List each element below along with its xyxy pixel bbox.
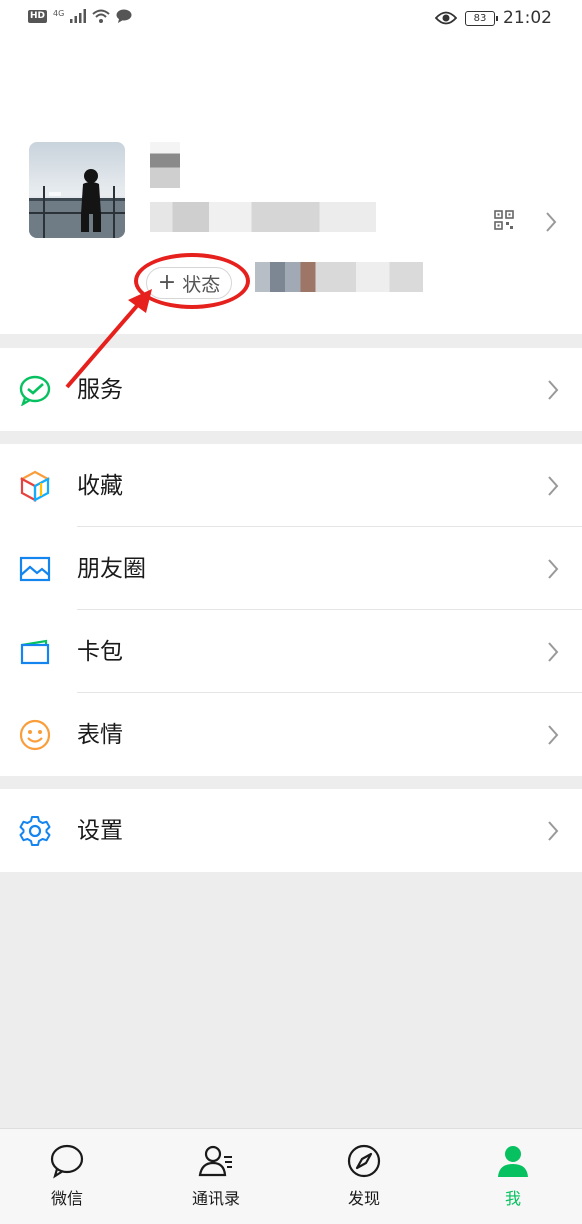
tab-me[interactable]: 我 — [463, 1139, 563, 1215]
chat-bubble-icon — [50, 1144, 84, 1179]
clock: 21:02 — [503, 8, 552, 28]
status-right-indicators: 83 21:02 — [435, 8, 552, 28]
profile-header[interactable]: + 状态 — [0, 38, 582, 334]
chevron-right-icon — [548, 476, 559, 496]
wechat-pay-icon — [19, 375, 51, 406]
person-icon — [498, 1146, 528, 1177]
chevron-right-icon[interactable] — [544, 211, 558, 233]
smile-icon — [19, 719, 51, 751]
menu-group-main: 收藏 朋友圈 卡包 表情 — [0, 444, 582, 776]
menu-item-cards[interactable]: 卡包 — [0, 610, 582, 693]
menu-label-settings: 设置 — [77, 818, 123, 844]
menu-item-services[interactable]: 服务 — [0, 348, 582, 431]
chevron-right-icon — [548, 380, 559, 400]
menu-item-moments[interactable]: 朋友圈 — [0, 527, 582, 610]
battery-indicator: 83 — [465, 10, 498, 26]
cube-icon — [19, 470, 51, 502]
wifi-icon — [92, 9, 110, 23]
chevron-right-icon — [548, 642, 559, 662]
compass-icon — [347, 1144, 381, 1178]
menu-label-stickers: 表情 — [77, 722, 123, 748]
avatar-image — [29, 142, 125, 238]
chevron-right-icon — [548, 725, 559, 745]
tab-discover[interactable]: 发现 — [314, 1139, 414, 1215]
menu-item-favorites[interactable]: 收藏 — [0, 444, 582, 527]
tab-label-chats: 微信 — [50, 1189, 83, 1208]
menu-group-services: 服务 — [0, 348, 582, 431]
status-left-indicators: HD 4G — [28, 9, 132, 23]
tab-label-contacts: 通讯录 — [191, 1189, 240, 1208]
contacts-icon — [198, 1145, 232, 1177]
network-type: 4G — [53, 8, 65, 18]
message-bubble-icon — [116, 9, 132, 23]
tab-contacts[interactable]: 通讯录 — [166, 1139, 266, 1215]
picture-icon — [19, 556, 51, 582]
wechat-id-redacted — [150, 202, 376, 232]
gear-icon — [19, 816, 51, 846]
annotation-circle — [134, 253, 250, 309]
tab-chats[interactable]: 微信 — [17, 1139, 117, 1215]
hd-indicator: HD — [28, 9, 48, 23]
chevron-right-icon — [548, 559, 559, 579]
tab-label-discover: 发现 — [347, 1189, 380, 1208]
nickname-redacted — [150, 142, 180, 188]
tab-label-me: 我 — [504, 1189, 521, 1208]
qr-code-icon[interactable] — [494, 210, 514, 230]
eye-icon — [435, 11, 457, 25]
menu-group-settings: 设置 — [0, 789, 582, 872]
signal-icon — [70, 9, 87, 23]
chevron-right-icon — [548, 821, 559, 841]
bottom-tab-bar: 微信 通讯录 发现 我 — [0, 1128, 582, 1224]
menu-label-favorites: 收藏 — [77, 473, 123, 499]
card-wallet-icon — [20, 639, 50, 665]
menu-item-stickers[interactable]: 表情 — [0, 693, 582, 776]
friends-status-redacted — [255, 262, 423, 292]
menu-item-settings[interactable]: 设置 — [0, 789, 582, 872]
menu-label-services: 服务 — [77, 377, 123, 403]
menu-label-moments: 朋友圈 — [77, 556, 146, 582]
status-bar: HD 4G 83 21:02 — [0, 0, 582, 38]
avatar[interactable] — [29, 142, 125, 238]
menu-label-cards: 卡包 — [77, 639, 123, 665]
